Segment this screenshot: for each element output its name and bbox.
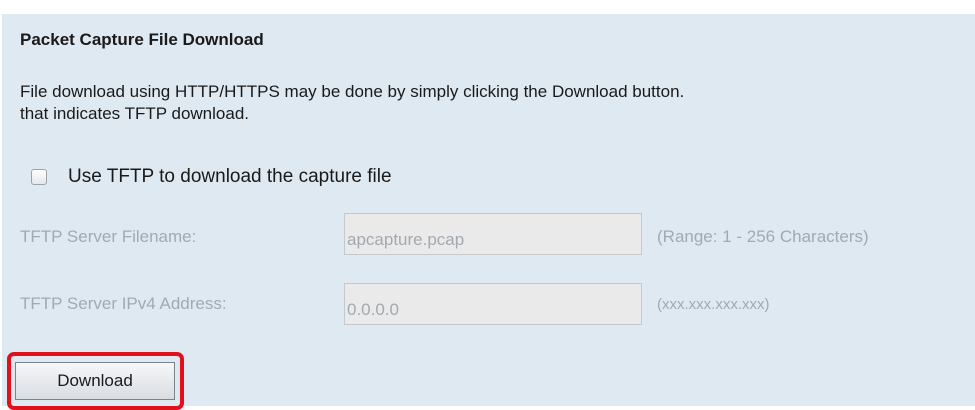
section-description: File download using HTTP/HTTPS may be do… bbox=[20, 81, 684, 125]
section-title: Packet Capture File Download bbox=[20, 30, 264, 49]
tftp-filename-label: TFTP Server Filename: bbox=[20, 227, 197, 246]
use-tftp-checkbox[interactable] bbox=[31, 169, 47, 185]
description-line-2: that indicates TFTP download. bbox=[20, 104, 250, 123]
tftp-ipv4-input[interactable]: 0.0.0.0 bbox=[344, 283, 642, 325]
tftp-ipv4-hint: (xxx.xxx.xxx.xxx) bbox=[657, 296, 770, 313]
description-line-1: File download using HTTP/HTTPS may be do… bbox=[20, 82, 685, 101]
use-tftp-label[interactable]: Use TFTP to download the capture file bbox=[68, 166, 392, 188]
tftp-filename-hint: (Range: 1 - 256 Characters) bbox=[657, 227, 869, 246]
tftp-filename-input[interactable]: apcapture.pcap bbox=[344, 213, 642, 255]
download-button[interactable]: Download bbox=[15, 362, 175, 400]
use-tftp-option[interactable]: Use TFTP to download the capture file bbox=[31, 165, 392, 189]
packet-capture-download-panel bbox=[2, 14, 975, 406]
tftp-ipv4-label: TFTP Server IPv4 Address: bbox=[20, 294, 227, 313]
